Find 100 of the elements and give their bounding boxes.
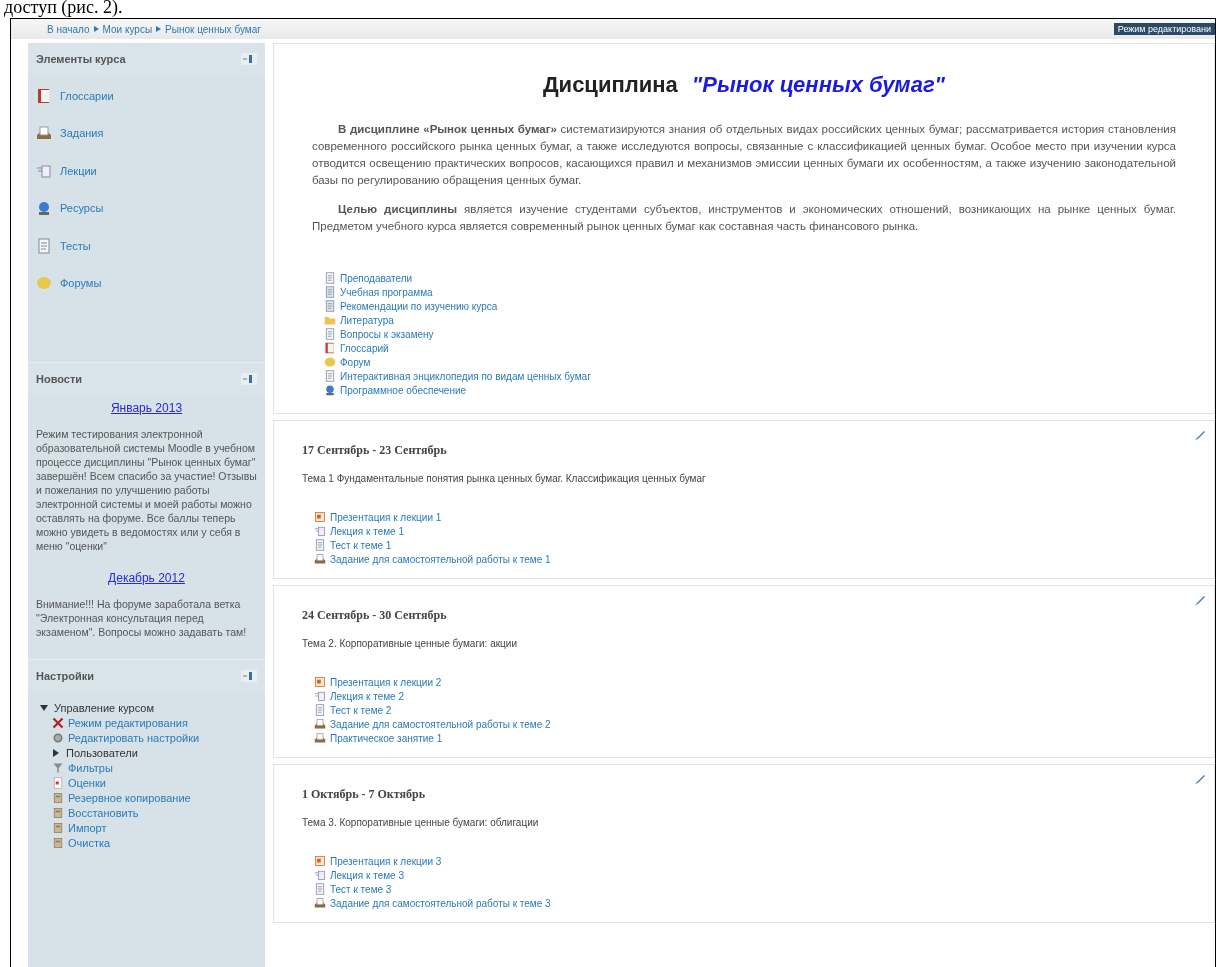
tree-item[interactable]: Пользователи (66, 744, 138, 762)
tray-icon (314, 897, 326, 909)
course-element-link[interactable]: Тесты (60, 237, 91, 254)
activity-link[interactable]: Задание для самостоятельной работы к теме 2 (330, 716, 551, 732)
course-resource-link[interactable]: Литература (340, 312, 394, 328)
tray-icon (314, 732, 326, 744)
block-toggle-icon[interactable] (241, 670, 257, 683)
tree-item[interactable]: Управление курсом (54, 699, 154, 717)
news-date-link[interactable]: Январь 2013 (110, 401, 183, 415)
gear-icon (52, 732, 64, 744)
course-resource-link[interactable]: Рекомендации по изучению курса (340, 298, 498, 314)
tree-item[interactable]: Режим редактирования (68, 714, 188, 732)
activity-link[interactable]: Презентация к лекции 1 (330, 509, 442, 525)
document-icon (324, 286, 336, 298)
edit-mode-button[interactable]: Режим редактировани (1113, 23, 1215, 35)
tree-arrow-icon[interactable] (40, 704, 48, 712)
week-topic: Тема 2. Корпоративные ценные бумаги: акции (302, 637, 518, 651)
news-text: Режим тестирования электронной образовательной системы Moodle в учебном процессе дисциплины "Рынок ценных бумаг" завершён! Всем спасибо за участие! Отзывы и пожелания по улучшению работы электронной системы и моей работы можно оставлять на форуме. Все баллы теперь можно увидеть в ведомостях или у себя в меню "оценки" (36, 427, 257, 553)
tree-item[interactable]: Импорт (68, 819, 107, 837)
slides-icon (314, 511, 326, 523)
lecture-page-icon (314, 869, 326, 881)
course-resource-link[interactable]: Глоссарий (340, 340, 389, 356)
course-name: "Рынок ценных бумаг" (691, 72, 946, 97)
book-icon (36, 87, 52, 104)
tray-icon (314, 553, 326, 565)
block-title: Новости (36, 371, 83, 387)
page-icon (324, 272, 336, 284)
breadcrumb-arrow-icon (93, 26, 99, 32)
activity-link[interactable]: Лекция к теме 3 (330, 867, 404, 883)
course-description: Целью дисциплины является изучение студентами субъектов, инструментов и экономических отношений, возникающих на рынке ценных бумаг. Предметом учебного курса является современный рынок ценных бумаг как составная часть финансового рынка. (312, 202, 1176, 234)
archive-icon (52, 807, 64, 819)
document-icon (324, 300, 336, 312)
course-resource-link[interactable]: Вопросы к экзамену (340, 326, 434, 342)
pencil-icon[interactable] (1194, 429, 1206, 441)
week-dates: 17 Сентябрь - 23 Сентябрь (302, 442, 448, 459)
activity-link[interactable]: Лекция к теме 1 (330, 523, 404, 539)
breadcrumb-arrow-icon (156, 26, 162, 32)
tree-item[interactable]: Резервное копирование (68, 789, 191, 807)
archive-icon (52, 822, 64, 834)
week-topic: Тема 3. Корпоративные ценные бумаги: облигации (302, 816, 540, 830)
funnel-icon (52, 762, 64, 774)
activity-link[interactable]: Тест к теме 2 (330, 702, 392, 718)
pencil-icon[interactable] (1194, 773, 1206, 785)
news-date-link[interactable]: Декабрь 2012 (108, 571, 185, 585)
course-element-link[interactable]: Глоссарии (60, 87, 114, 104)
activity-link[interactable]: Презентация к лекции 3 (330, 853, 442, 869)
document-icon (314, 883, 326, 895)
tree-item[interactable]: Восстановить (68, 804, 139, 822)
tray-icon (36, 125, 52, 142)
week-dates: 24 Сентябрь - 30 Сентябрь (302, 607, 448, 624)
folder-icon (324, 314, 336, 326)
book-icon (324, 342, 336, 354)
lecture-page-icon (314, 690, 326, 702)
tree-item[interactable]: Очистка (68, 834, 111, 852)
activity-link[interactable]: Тест к теме 3 (330, 881, 392, 897)
document-icon (314, 539, 326, 551)
pencil-icon[interactable] (1194, 594, 1206, 606)
globe-icon (324, 384, 336, 396)
course-element-link[interactable]: Форумы (60, 275, 102, 292)
course-description: В дисциплине «Рынок ценных бумаг» систематизируются знания об отдельных видах российских ценных бумаг; рассматривается история становления современного российского рынка ценных бумаг, а также исследуются вопросы, связанные с классификацией ценных бумаг. Особое место при изучении курса отводится освещению практических вопросов, касающихся правил и механизмов эмиссии ценных бумаги их особенностям, а также изучению законодательной базы по регулированию обращения ценных бумаг. (312, 122, 1176, 188)
document-icon (314, 704, 326, 716)
breadcrumb-link[interactable]: В начало (47, 21, 90, 37)
page-icon (324, 328, 336, 340)
course-element-link[interactable]: Ресурсы (60, 200, 104, 217)
course-resource-link[interactable]: Программное обеспечение (340, 382, 467, 398)
cross-icon (52, 717, 64, 729)
week-dates: 1 Октябрь - 7 Октябрь (302, 786, 426, 803)
activity-link[interactable]: Задание для самостоятельной работы к теме 1 (330, 551, 551, 567)
course-title: Дисциплина (542, 72, 678, 97)
course-element-link[interactable]: Задания (60, 125, 104, 142)
breadcrumb-link[interactable]: Рынок ценных бумаг (165, 21, 261, 37)
week-topic: Тема 1 Фундаментальные понятия рынка ценных бумаг. Классификация ценных бумаг (302, 472, 707, 486)
activity-link[interactable]: Практическое занятие 1 (330, 730, 443, 746)
block-title: Настройки (36, 669, 95, 684)
course-resource-link[interactable]: Учебная программа (340, 284, 433, 300)
news-text: Внимание!!! На форуме заработала ветка "Электронная консультация перед экзаменом". Вопросы можно задавать там! (36, 597, 248, 639)
slides-icon (314, 676, 326, 688)
lecture-page-icon (36, 162, 52, 179)
breadcrumb-link[interactable]: Мои курсы (102, 21, 153, 37)
tray-icon (314, 718, 326, 730)
activity-link[interactable]: Лекция к теме 2 (330, 688, 404, 704)
course-resource-link[interactable]: Форум (340, 354, 371, 370)
block-toggle-icon[interactable] (241, 53, 257, 66)
block-title: Элементы курса (36, 52, 126, 67)
page-icon (324, 370, 336, 382)
lecture-page-icon (314, 525, 326, 537)
activity-link[interactable]: Тест к теме 1 (330, 537, 392, 553)
tree-item[interactable]: Фильтры (68, 759, 113, 777)
block-toggle-icon[interactable] (241, 372, 257, 385)
globe-icon (36, 200, 52, 217)
course-resource-link[interactable]: Интерактивная энциклопедия по видам ценных бумаг (340, 368, 591, 384)
tree-item[interactable]: Редактировать настройки (68, 729, 200, 747)
slides-icon (314, 855, 326, 867)
activity-link[interactable]: Презентация к лекции 2 (330, 674, 442, 690)
tree-arrow-icon[interactable] (52, 749, 60, 757)
archive-icon (52, 792, 64, 804)
course-element-link[interactable]: Лекции (60, 162, 97, 179)
tree-item[interactable]: Оценки (68, 774, 106, 792)
course-resource-link[interactable]: Преподаватели (340, 270, 413, 286)
activity-link[interactable]: Задание для самостоятельной работы к теме 3 (330, 895, 551, 911)
